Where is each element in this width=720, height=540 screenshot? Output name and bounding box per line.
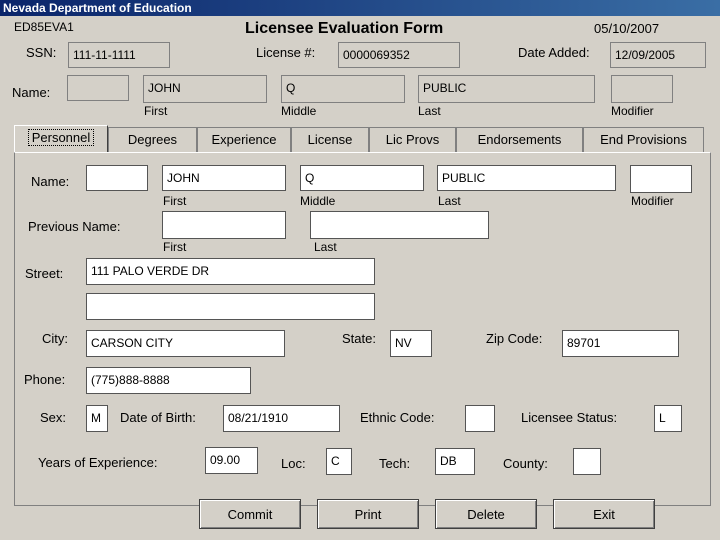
licensee-status-label: Licensee Status: <box>521 410 618 425</box>
middle-caption: Middle <box>300 194 336 208</box>
personnel-tab-panel <box>14 152 711 506</box>
page-title: Licensee Evaluation Form <box>245 20 444 37</box>
ssn-field[interactable]: 111-11-1111 <box>68 42 170 68</box>
sex-label: Sex: <box>40 410 67 425</box>
header-name-prefix-field[interactable] <box>67 75 129 101</box>
tech-label: Tech: <box>379 456 411 471</box>
tech-field[interactable]: DB <box>435 448 475 475</box>
tab-personnel[interactable]: Personnel <box>14 125 108 153</box>
print-button[interactable]: Print <box>317 499 419 529</box>
county-field[interactable] <box>573 448 601 475</box>
city-field[interactable]: CARSON CITY <box>86 330 285 357</box>
modifier-caption: Modifier <box>631 194 674 208</box>
first-caption: First <box>163 194 187 208</box>
ssn-label: SSN: <box>26 45 57 60</box>
phone-label: Phone: <box>24 372 66 387</box>
header-middle-name-field[interactable]: Q <box>281 75 405 103</box>
header-middle-caption: Middle <box>281 104 317 118</box>
street-line2-field[interactable] <box>86 293 375 320</box>
street-label: Street: <box>25 266 64 281</box>
tab-license[interactable]: License <box>291 127 369 153</box>
header-last-name-field[interactable]: PUBLIC <box>418 75 595 103</box>
previous-first-name-field[interactable] <box>162 211 286 239</box>
tab-endorsements[interactable]: Endorsements <box>456 127 583 153</box>
loc-field[interactable]: C <box>326 448 352 475</box>
header-modifier-caption: Modifier <box>611 104 654 118</box>
zip-code-label: Zip Code: <box>486 331 543 346</box>
years-of-experience-field[interactable]: 09.00 <box>205 447 258 474</box>
date-added-label: Date Added: <box>518 45 590 60</box>
current-date: 05/10/2007 <box>594 21 660 36</box>
licensee-evaluation-form: ED85EVA1 Licensee Evaluation Form 05/10/… <box>0 16 720 540</box>
previous-first-caption: First <box>163 240 187 254</box>
tab-bar: Personnel Degrees Experience License Lic… <box>14 125 704 153</box>
tab-end-provisions[interactable]: End Provisions <box>583 127 704 153</box>
date-of-birth-field[interactable]: 08/21/1910 <box>223 405 340 432</box>
license-field[interactable]: 0000069352 <box>338 42 460 68</box>
state-label: State: <box>342 331 376 346</box>
commit-button[interactable]: Commit <box>199 499 301 529</box>
tab-lic-provs[interactable]: Lic Provs <box>369 127 456 153</box>
window-title-bar: Nevada Department of Education <box>0 0 720 16</box>
licensee-status-field[interactable]: L <box>654 405 682 432</box>
exit-button[interactable]: Exit <box>553 499 655 529</box>
county-label: County: <box>503 456 548 471</box>
header-first-name-field[interactable]: JOHN <box>143 75 267 103</box>
last-name-field[interactable]: PUBLIC <box>437 165 616 191</box>
state-field[interactable]: NV <box>390 330 432 357</box>
years-of-experience-label: Years of Experience: <box>38 455 158 470</box>
tab-degrees[interactable]: Degrees <box>108 127 197 153</box>
previous-last-caption: Last <box>314 240 337 254</box>
loc-label: Loc: <box>281 456 306 471</box>
header-name-label: Name: <box>12 85 51 100</box>
modifier-field[interactable] <box>630 165 692 193</box>
header-last-caption: Last <box>418 104 441 118</box>
form-code: ED85EVA1 <box>14 20 74 34</box>
first-name-field[interactable]: JOHN <box>162 165 286 191</box>
window-title: Nevada Department of Education <box>3 1 192 15</box>
header-first-caption: First <box>144 104 168 118</box>
previous-last-name-field[interactable] <box>310 211 489 239</box>
date-of-birth-label: Date of Birth: <box>120 410 196 425</box>
header-modifier-field[interactable] <box>611 75 673 103</box>
name-label: Name: <box>31 174 70 189</box>
delete-button[interactable]: Delete <box>435 499 537 529</box>
last-caption: Last <box>438 194 461 208</box>
previous-name-label: Previous Name: <box>28 219 121 234</box>
sex-field[interactable]: M <box>86 405 108 432</box>
middle-name-field[interactable]: Q <box>300 165 424 191</box>
tab-experience[interactable]: Experience <box>197 127 291 153</box>
zip-code-field[interactable]: 89701 <box>562 330 679 357</box>
ethnic-code-label: Ethnic Code: <box>360 410 435 425</box>
license-label: License #: <box>256 45 316 60</box>
ethnic-code-field[interactable] <box>465 405 495 432</box>
phone-field[interactable]: (775)888-8888 <box>86 367 251 394</box>
name-prefix-field[interactable] <box>86 165 148 191</box>
date-added-field[interactable]: 12/09/2005 <box>610 42 706 68</box>
street-line1-field[interactable]: 111 PALO VERDE DR <box>86 258 375 285</box>
city-label: City: <box>42 331 68 346</box>
